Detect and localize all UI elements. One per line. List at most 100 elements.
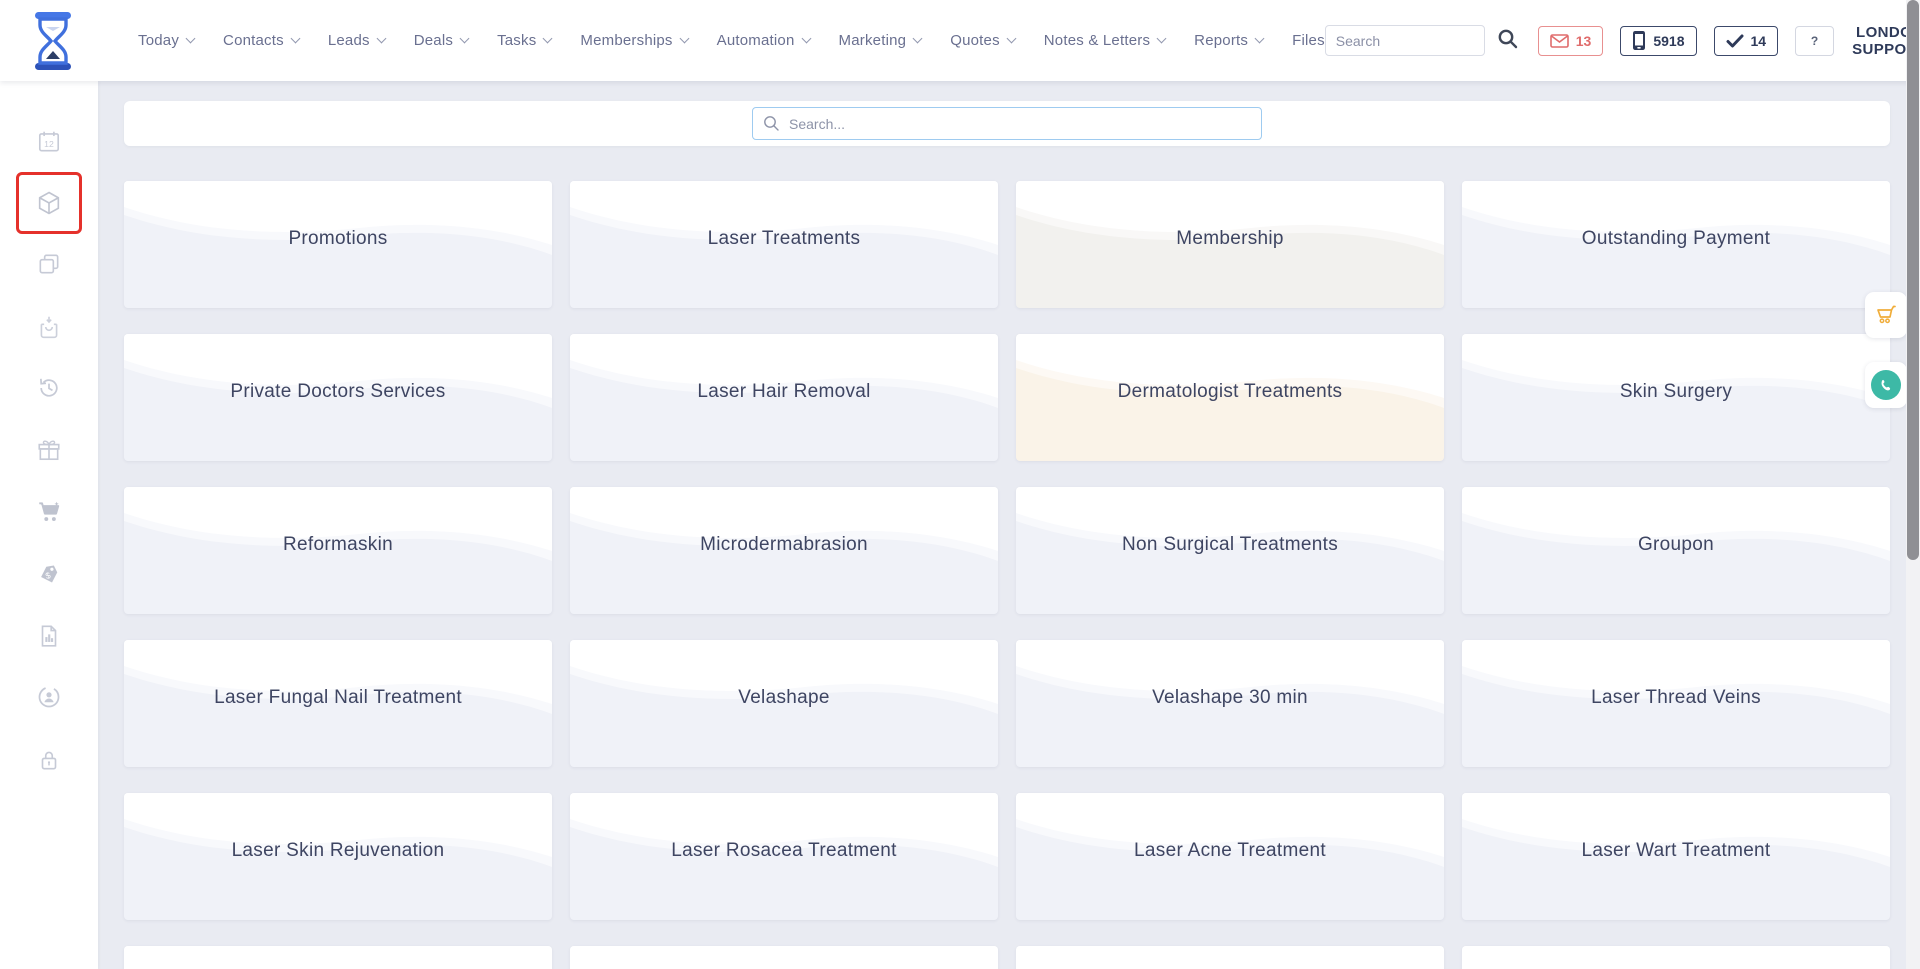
category-card[interactable]: Skin Surgery bbox=[1462, 334, 1890, 461]
menu-item-marketing[interactable]: Marketing bbox=[839, 32, 922, 49]
category-card[interactable]: Reformaskin bbox=[124, 487, 552, 614]
category-card[interactable] bbox=[124, 946, 552, 969]
menu-item-automation[interactable]: Automation bbox=[717, 32, 810, 49]
search-button[interactable] bbox=[1495, 26, 1521, 55]
menu-label: Deals bbox=[414, 32, 453, 49]
app-logo[interactable] bbox=[30, 11, 76, 71]
menu-item-quotes[interactable]: Quotes bbox=[950, 32, 1015, 49]
sidebar-item-products[interactable] bbox=[0, 177, 98, 229]
wave-decoration bbox=[1016, 946, 1444, 969]
tasks-badge[interactable]: 14 bbox=[1714, 26, 1779, 56]
sidebar-item-duplicates[interactable] bbox=[0, 238, 98, 290]
category-card[interactable]: Dermatologist Treatments bbox=[1016, 334, 1444, 461]
chevron-down-icon bbox=[376, 34, 386, 44]
category-card[interactable]: Non Surgical Treatments bbox=[1016, 487, 1444, 614]
page-scrollbar[interactable] bbox=[1906, 0, 1920, 969]
shopping-bag-icon bbox=[36, 314, 62, 340]
calls-badge[interactable]: 5918 bbox=[1620, 26, 1696, 56]
main-menu: Today Contacts Leads Deals Tasks Members… bbox=[138, 32, 1325, 49]
category-card[interactable]: Laser Treatments bbox=[570, 181, 998, 308]
chevron-down-icon bbox=[1157, 34, 1167, 44]
menu-item-files[interactable]: Files bbox=[1292, 32, 1325, 49]
sidebar-item-reports[interactable] bbox=[0, 610, 98, 662]
category-card[interactable] bbox=[1462, 946, 1890, 969]
category-label: Membership bbox=[1016, 228, 1444, 250]
category-card[interactable] bbox=[1016, 946, 1444, 969]
menu-label: Notes & Letters bbox=[1044, 32, 1150, 49]
navbar-search-input[interactable] bbox=[1325, 25, 1485, 56]
category-card[interactable]: Laser Rosacea Treatment bbox=[570, 793, 998, 920]
category-card[interactable]: Outstanding Payment bbox=[1462, 181, 1890, 308]
category-label: Laser Skin Rejuvenation bbox=[124, 840, 552, 862]
category-label: Velashape bbox=[570, 687, 998, 709]
menu-item-deals[interactable]: Deals bbox=[414, 32, 468, 49]
menu-item-today[interactable]: Today bbox=[138, 32, 194, 49]
category-search-input[interactable] bbox=[752, 107, 1262, 140]
category-card[interactable]: Velashape 30 min bbox=[1016, 640, 1444, 767]
gift-icon bbox=[36, 437, 62, 463]
category-card[interactable]: Microdermabrasion bbox=[570, 487, 998, 614]
category-search-panel bbox=[124, 101, 1890, 146]
chevron-down-icon bbox=[290, 34, 300, 44]
phone-icon bbox=[1879, 378, 1894, 393]
sidebar-item-gifts[interactable] bbox=[0, 424, 98, 476]
category-card[interactable]: Laser Acne Treatment bbox=[1016, 793, 1444, 920]
category-label: Laser Hair Removal bbox=[570, 381, 998, 403]
menu-item-contacts[interactable]: Contacts bbox=[223, 32, 299, 49]
category-label: Skin Surgery bbox=[1462, 381, 1890, 403]
navbar-search bbox=[1325, 25, 1521, 56]
scrollbar-thumb[interactable] bbox=[1907, 0, 1919, 560]
menu-label: Tasks bbox=[497, 32, 536, 49]
menu-label: Leads bbox=[328, 32, 370, 49]
menu-item-tasks[interactable]: Tasks bbox=[497, 32, 551, 49]
category-card[interactable]: Laser Hair Removal bbox=[570, 334, 998, 461]
category-label: Laser Acne Treatment bbox=[1016, 840, 1444, 862]
copy-icon bbox=[36, 251, 62, 277]
category-search bbox=[752, 107, 1262, 140]
sidebar-item-orders[interactable] bbox=[0, 301, 98, 353]
category-label: Reformaskin bbox=[124, 534, 552, 556]
floating-phone-button[interactable] bbox=[1865, 362, 1907, 408]
help-button[interactable]: ? bbox=[1795, 26, 1834, 56]
menu-item-memberships[interactable]: Memberships bbox=[580, 32, 687, 49]
sidebar-item-pricing[interactable]: $ bbox=[0, 549, 98, 601]
category-card[interactable]: Laser Wart Treatment bbox=[1462, 793, 1890, 920]
sidebar-item-cart[interactable] bbox=[0, 486, 98, 538]
chevron-down-icon bbox=[543, 34, 553, 44]
top-navbar: Today Contacts Leads Deals Tasks Members… bbox=[0, 0, 1920, 81]
menu-item-reports[interactable]: Reports bbox=[1194, 32, 1263, 49]
sidebar-item-history[interactable] bbox=[0, 362, 98, 414]
hourglass-logo-icon bbox=[30, 11, 76, 71]
mail-notifications-badge[interactable]: 13 bbox=[1538, 26, 1604, 56]
sidebar-item-account[interactable] bbox=[0, 671, 98, 723]
category-label: Laser Fungal Nail Treatment bbox=[124, 687, 552, 709]
svg-text:12: 12 bbox=[44, 139, 54, 149]
category-card[interactable] bbox=[570, 946, 998, 969]
calendar-icon: 12 bbox=[36, 129, 62, 155]
category-card[interactable]: Laser Fungal Nail Treatment bbox=[124, 640, 552, 767]
menu-item-leads[interactable]: Leads bbox=[328, 32, 385, 49]
user-circle-icon bbox=[36, 684, 62, 710]
report-icon bbox=[36, 623, 62, 649]
floating-cart-button[interactable] bbox=[1865, 292, 1907, 338]
category-label: Promotions bbox=[124, 228, 552, 250]
category-label: Laser Treatments bbox=[570, 228, 998, 250]
package-icon bbox=[35, 189, 63, 217]
category-label: Outstanding Payment bbox=[1462, 228, 1890, 250]
sidebar-item-security[interactable] bbox=[0, 734, 98, 786]
category-card[interactable]: Membership bbox=[1016, 181, 1444, 308]
category-card[interactable]: Groupon bbox=[1462, 487, 1890, 614]
wave-decoration bbox=[1462, 946, 1890, 969]
sidebar-item-calendar[interactable]: 12 bbox=[0, 116, 98, 168]
tasks-count: 14 bbox=[1751, 33, 1767, 49]
category-card[interactable]: Promotions bbox=[124, 181, 552, 308]
category-label: Dermatologist Treatments bbox=[1016, 381, 1444, 403]
category-card[interactable]: Laser Thread Veins bbox=[1462, 640, 1890, 767]
menu-label: Contacts bbox=[223, 32, 284, 49]
menu-label: Automation bbox=[717, 32, 795, 49]
category-card[interactable]: Private Doctors Services bbox=[124, 334, 552, 461]
category-card[interactable]: Velashape bbox=[570, 640, 998, 767]
menu-item-notes-letters[interactable]: Notes & Letters bbox=[1044, 32, 1165, 49]
category-card[interactable]: Laser Skin Rejuvenation bbox=[124, 793, 552, 920]
price-tag-icon: $ bbox=[36, 562, 62, 588]
